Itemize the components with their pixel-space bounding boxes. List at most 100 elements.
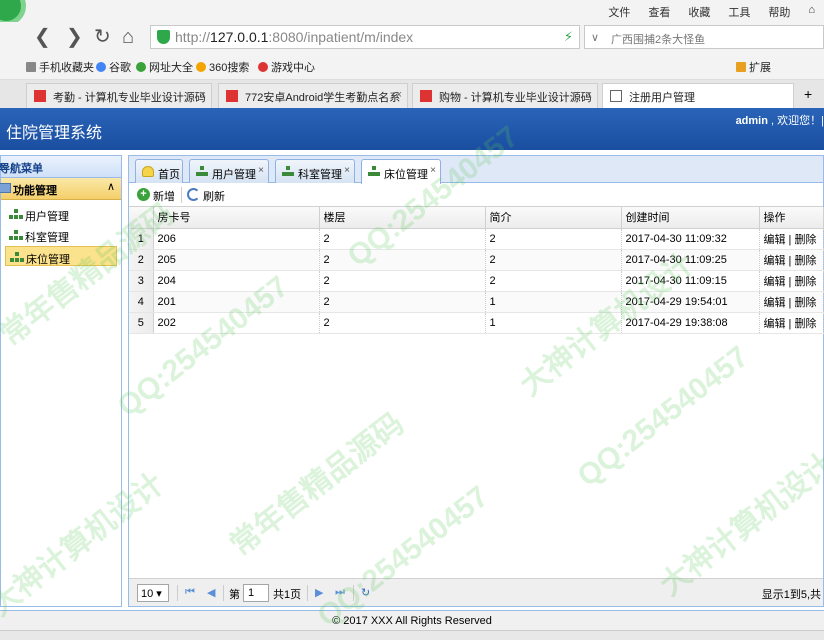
address-bar[interactable]: http://127.0.0.1:8080/inpatient/m/index …: [150, 25, 580, 49]
row-number: 3: [129, 270, 154, 292]
close-icon[interactable]: ×: [258, 165, 264, 176]
tab-departments[interactable]: 科室管理 ×: [275, 159, 355, 183]
menu-favorites[interactable]: 收藏: [679, 4, 719, 20]
favicon-icon: [34, 90, 46, 102]
bookmark-360[interactable]: 360搜索: [196, 59, 249, 75]
forward-icon[interactable]: ❯: [66, 24, 83, 50]
table-row[interactable]: 4 201 2 1 2017-04-29 19:54:01 编辑 | 删除: [129, 291, 824, 313]
close-icon[interactable]: ×: [344, 165, 350, 176]
column-header-room[interactable]: 房卡号: [153, 207, 320, 229]
tree-icon: [9, 230, 23, 240]
footer: © 2017 XXX All Rights Reserved: [0, 610, 824, 630]
tree-icon: [282, 166, 294, 177]
tree-icon: [368, 166, 380, 177]
refresh-button[interactable]: 刷新: [187, 188, 225, 204]
delete-link[interactable]: 删除: [794, 255, 816, 267]
bookmark-hao[interactable]: 网址大全: [136, 59, 193, 75]
gamepad-icon: [258, 62, 268, 72]
prev-page-icon[interactable]: ◀: [207, 586, 215, 599]
add-icon: +: [137, 188, 150, 201]
next-page-icon[interactable]: ▶: [315, 586, 323, 599]
close-icon[interactable]: ×: [200, 89, 206, 101]
lightning-icon[interactable]: ⚡: [564, 29, 573, 45]
close-icon[interactable]: ×: [396, 89, 402, 101]
delete-link[interactable]: 删除: [794, 297, 816, 309]
new-tab-icon[interactable]: +: [804, 86, 812, 102]
page-size-select[interactable]: 10 ▾: [137, 584, 169, 602]
chevron-down-icon[interactable]: ∨: [591, 31, 599, 44]
edit-link[interactable]: 编辑: [764, 255, 786, 267]
collapse-icon[interactable]: «: [0, 158, 115, 173]
edit-link[interactable]: 编辑: [764, 234, 786, 246]
cell-floor: 2: [319, 228, 486, 250]
chevron-up-icon[interactable]: ∧: [107, 180, 115, 193]
sidebar-item-users[interactable]: 用户管理: [5, 204, 117, 224]
table-row[interactable]: 3 204 2 2 2017-04-30 11:09:15 编辑 | 删除: [129, 270, 824, 292]
delete-link[interactable]: 删除: [794, 276, 816, 288]
delete-link[interactable]: 删除: [794, 234, 816, 246]
tab-home[interactable]: 首页: [135, 159, 183, 183]
cell-created: 2017-04-29 19:38:08: [621, 312, 760, 334]
search-360-icon: [196, 62, 206, 72]
first-page-icon[interactable]: ⏮: [185, 586, 195, 599]
table-header-row: 房卡号 楼层 简介 创建时间 操作: [129, 207, 824, 229]
cell-floor: 2: [319, 270, 486, 292]
column-header-intro[interactable]: 简介: [485, 207, 622, 229]
column-header-created[interactable]: 创建时间: [621, 207, 760, 229]
search-input[interactable]: 广西围捕2条大怪鱼: [611, 31, 705, 47]
grid-toolbar: + 新增 刷新: [129, 183, 823, 207]
bookmark-mobile[interactable]: 手机收藏夹: [26, 59, 94, 75]
cell-actions: 编辑 | 删除: [759, 249, 824, 271]
reload-icon[interactable]: ↻: [94, 24, 111, 50]
column-header-floor[interactable]: 楼层: [319, 207, 486, 229]
refresh-icon[interactable]: ↻: [361, 586, 370, 599]
table-row[interactable]: 1 206 2 2 2017-04-30 11:09:32 编辑 | 删除: [129, 228, 824, 250]
close-icon[interactable]: ×: [586, 89, 592, 101]
add-button[interactable]: + 新增: [137, 188, 175, 204]
tab-users[interactable]: 用户管理 ×: [189, 159, 269, 183]
browser-tab[interactable]: 考勤 - 计算机专业毕业设计源码 ×: [26, 83, 212, 108]
menu-view[interactable]: 查看: [639, 4, 679, 20]
row-number: 2: [129, 249, 154, 271]
page-prefix: 第: [229, 589, 240, 601]
bookmarks-bar: 手机收藏夹 谷歌 网址大全 360搜索 游戏中心 扩展: [0, 52, 824, 80]
shirt-icon[interactable]: ⌂: [799, 4, 824, 20]
browser-nav-bar: ❮ ❯ ↻ ⌂ http://127.0.0.1:8080/inpatient/…: [0, 22, 824, 52]
browser-tab[interactable]: 772安卓Android学生考勤点名系 ×: [218, 83, 408, 108]
edit-link[interactable]: 编辑: [764, 297, 786, 309]
sidebar-header: 导航菜单 «: [0, 156, 121, 178]
browser-tab[interactable]: 购物 - 计算机专业毕业设计源码 ×: [412, 83, 598, 108]
back-icon[interactable]: ❮: [34, 24, 51, 50]
edit-link[interactable]: 编辑: [764, 276, 786, 288]
browser-tab-active[interactable]: 注册用户管理: [602, 83, 794, 108]
tab-beds[interactable]: 床位管理 ×: [361, 159, 441, 184]
menu-help[interactable]: 帮助: [759, 4, 799, 20]
sidebar-item-beds[interactable]: 床位管理: [5, 246, 117, 266]
edit-link[interactable]: 编辑: [764, 318, 786, 330]
cell-floor: 2: [319, 249, 486, 271]
bookmark-games[interactable]: 游戏中心: [258, 59, 315, 75]
table-row[interactable]: 2 205 2 2 2017-04-30 11:09:25 编辑 | 删除: [129, 249, 824, 271]
refresh-icon: [187, 188, 200, 201]
home-icon[interactable]: ⌂: [122, 24, 134, 50]
bookmark-google[interactable]: 谷歌: [96, 59, 131, 75]
last-page-icon[interactable]: ⏭: [335, 586, 345, 599]
sidebar-item-departments[interactable]: 科室管理: [5, 225, 117, 245]
folder-icon: [0, 183, 11, 193]
cell-intro: 2: [485, 249, 622, 271]
menu-file[interactable]: 文件: [599, 4, 639, 20]
pager-separator: [223, 585, 224, 601]
tree-icon: [196, 166, 208, 177]
delete-link[interactable]: 删除: [794, 318, 816, 330]
favicon-icon: [226, 90, 238, 102]
search-box[interactable]: ∨ 广西围捕2条大怪鱼: [584, 25, 824, 49]
menu-tools[interactable]: 工具: [719, 4, 759, 20]
sidebar-group[interactable]: 功能管理 ∧: [0, 178, 121, 200]
address-url[interactable]: http://127.0.0.1:8080/inpatient/m/index: [175, 29, 413, 45]
page-number-input[interactable]: 1: [243, 584, 269, 602]
extensions-button[interactable]: 扩展: [736, 59, 771, 75]
close-icon[interactable]: ×: [430, 165, 436, 176]
pager-separator: [177, 585, 178, 601]
table-row[interactable]: 5 202 2 1 2017-04-29 19:38:08 编辑 | 删除: [129, 312, 824, 334]
tree-icon: [9, 209, 23, 219]
